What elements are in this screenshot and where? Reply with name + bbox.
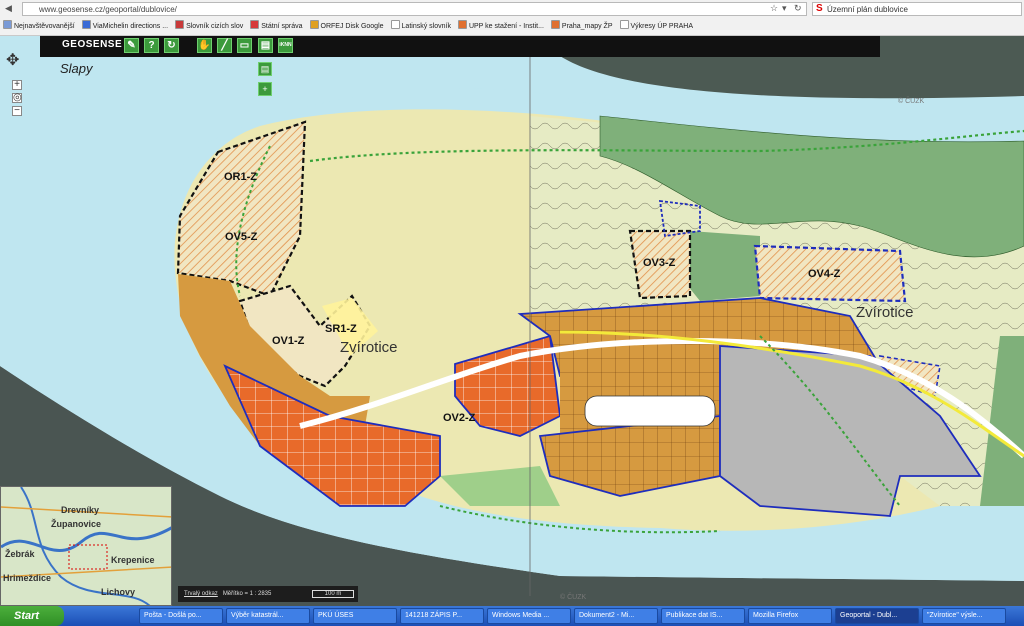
bookmark-item[interactable]: Výkresy ÚP PRAHA <box>619 20 694 34</box>
search-engine-icon: S <box>816 3 823 14</box>
taskbar-item[interactable]: Windows Media ... <box>487 608 571 624</box>
geosense-logo: GEOSENSE <box>62 39 123 50</box>
windows-taskbar: Start Pošta - Došlá po... Výběr katastrál… <box>0 606 1024 626</box>
bookmark-icon <box>250 20 260 29</box>
search-text: Územní plán dublovice <box>827 5 908 14</box>
overview-label-hrimezdice: Hrimeždice <box>3 573 52 583</box>
help-icon[interactable]: ? <box>144 38 159 53</box>
bookmark-item[interactable]: Praha_mapy ŽP <box>550 20 613 34</box>
address-bar[interactable]: www.geosense.cz/geoportal/dublovice/ <box>22 2 807 16</box>
wrench-icon[interactable]: ✎ <box>124 38 139 53</box>
zoom-in-icon[interactable]: + <box>12 80 22 90</box>
bookmark-label: Státní správa <box>261 23 303 30</box>
scale-box: 100 m <box>312 590 354 598</box>
bookmark-label: UPP ke stažení - Instit... <box>468 23 544 30</box>
overview-label-zebrak: Žebrák <box>5 549 35 559</box>
bookmark-item[interactable]: Slovník cizích slov <box>175 20 243 34</box>
bookmark-icon <box>81 20 91 29</box>
bookmark-item[interactable]: Latinský slovník <box>390 20 451 34</box>
map-viewport[interactable]: Slapy OR1-Z OV5-Z SR1-Z OV1-Z OV2-Z OV3-… <box>0 36 1024 606</box>
star-icon[interactable]: ☆ <box>770 3 778 14</box>
forest-hill <box>680 231 760 301</box>
overview-map[interactable]: Drevníky Županovice Žebrák Krepenice Hri… <box>0 486 172 606</box>
zone-label-sr1[interactable]: SR1-Z <box>325 323 357 335</box>
bookmark-item[interactable]: Nejnavštěvovanější <box>3 20 75 34</box>
bookmark-label: Nejnavštěvovanější <box>14 23 75 30</box>
bookmark-icon <box>619 20 629 29</box>
bookmark-icon <box>550 20 560 29</box>
globe-icon[interactable]: ◎ <box>12 93 22 103</box>
bookmark-icon <box>3 20 12 29</box>
taskbar-item[interactable]: Dokument2 - Mi... <box>574 608 658 624</box>
taskbar-item[interactable]: PKÚ ÚSES <box>313 608 397 624</box>
place-label-1: Zvírotice <box>340 339 398 356</box>
zone-label-ov2[interactable]: OV2-Z <box>443 412 475 424</box>
bookmark-label: Slovník cizích slov <box>186 23 244 30</box>
geosense-toolbar: GEOSENSE ✎ ? ↻ ✋ ╱ ▭ ▤ iKNN <box>40 36 880 57</box>
zone-label-ov5[interactable]: OV5-Z <box>225 231 257 243</box>
folder-icon[interactable]: ▭ <box>237 38 252 53</box>
ruler-icon[interactable]: ╱ <box>217 38 232 53</box>
overview-label-drevniky: Drevníky <box>61 505 100 515</box>
refresh-icon[interactable]: ↻ <box>164 38 179 53</box>
iknn-icon[interactable]: iKNN <box>278 38 293 53</box>
task-list: Pošta - Došlá po... Výběr katastrál... PKÚ… <box>136 608 1006 624</box>
print-icon[interactable]: ▤ <box>258 38 273 53</box>
bookmark-item[interactable]: ViaMichelin directions ... <box>81 20 169 34</box>
bookmark-icon <box>390 20 400 29</box>
taskbar-item[interactable]: Geoportal - Dubl... <box>835 608 919 624</box>
zone-label-ov4[interactable]: OV4-Z <box>808 268 840 280</box>
bookmark-icon <box>309 20 319 29</box>
cuzk-watermark-2: © ČUZK <box>560 594 587 601</box>
print-add-icon[interactable]: + <box>258 82 272 96</box>
bookmark-icon <box>457 20 467 29</box>
bookmark-item[interactable]: Státní správa <box>250 20 303 34</box>
bookmark-label: ViaMichelin directions ... <box>92 23 169 30</box>
zoom-out-icon[interactable]: − <box>12 106 22 116</box>
bookmark-item[interactable]: UPP ke stažení - Instit... <box>457 20 544 34</box>
taskbar-item[interactable]: 141218 ZÁPIS P... <box>400 608 484 624</box>
bookmark-label: Latinský slovník <box>401 23 451 30</box>
sports-field <box>584 395 716 427</box>
hand-icon[interactable]: ✋ <box>197 38 212 53</box>
overview-label-zupanovice: Županovice <box>51 519 102 529</box>
reload-icon[interactable]: ↻ <box>794 3 802 14</box>
bookmark-icon <box>175 20 185 29</box>
dropdown-icon[interactable]: ▾ <box>782 3 787 14</box>
search-bar[interactable]: S Územní plán dublovice <box>812 2 1022 16</box>
scale-ratio: Měřítko = 1 : 2835 <box>222 591 272 597</box>
zone-label-ov1[interactable]: OV1-Z <box>272 335 304 347</box>
scale-bar: Trvalý odkaz Měřítko = 1 : 2835 100 m <box>178 586 358 602</box>
bookmark-label: Výkresy ÚP PRAHA <box>630 23 694 30</box>
taskbar-item[interactable]: Výběr katastrál... <box>226 608 310 624</box>
zone-label-ov3[interactable]: OV3-Z <box>643 257 675 269</box>
browser-chrome: ◀ www.geosense.cz/geoportal/dublovice/ ☆… <box>0 0 1024 36</box>
taskbar-item[interactable]: Pošta - Došlá po... <box>139 608 223 624</box>
place-label-2: Zvírotice <box>856 304 914 321</box>
bookmark-label: Praha_mapy ŽP <box>561 23 613 30</box>
cuzk-watermark-1: © ČUZK <box>898 98 925 105</box>
overview-label-lichovy: Lichovy <box>101 587 136 597</box>
town-label: Slapy <box>60 61 93 76</box>
print-settings-icon[interactable]: ▤ <box>258 62 272 76</box>
quick-launch <box>64 607 136 625</box>
taskbar-item[interactable]: "Zvírotice" výsle... <box>922 608 1006 624</box>
overview-label-krepenice: Krepenice <box>111 555 155 565</box>
start-button[interactable]: Start <box>0 606 64 626</box>
permalink[interactable]: Trvalý odkaz <box>184 591 218 597</box>
pan-control-icon[interactable]: ✥ <box>6 50 19 70</box>
taskbar-item[interactable]: Mozilla Firefox <box>748 608 832 624</box>
back-icon[interactable]: ◀ <box>5 3 12 14</box>
bookmark-label: ORFEJ Disk Google <box>320 23 384 30</box>
zone-label-or1[interactable]: OR1-Z <box>224 171 257 183</box>
taskbar-item[interactable]: Publikace dat IS... <box>661 608 745 624</box>
bookmark-item[interactable]: ORFEJ Disk Google <box>309 20 384 34</box>
bookmarks-bar: Nejnavštěvovanější ViaMichelin directions… <box>0 20 1024 34</box>
